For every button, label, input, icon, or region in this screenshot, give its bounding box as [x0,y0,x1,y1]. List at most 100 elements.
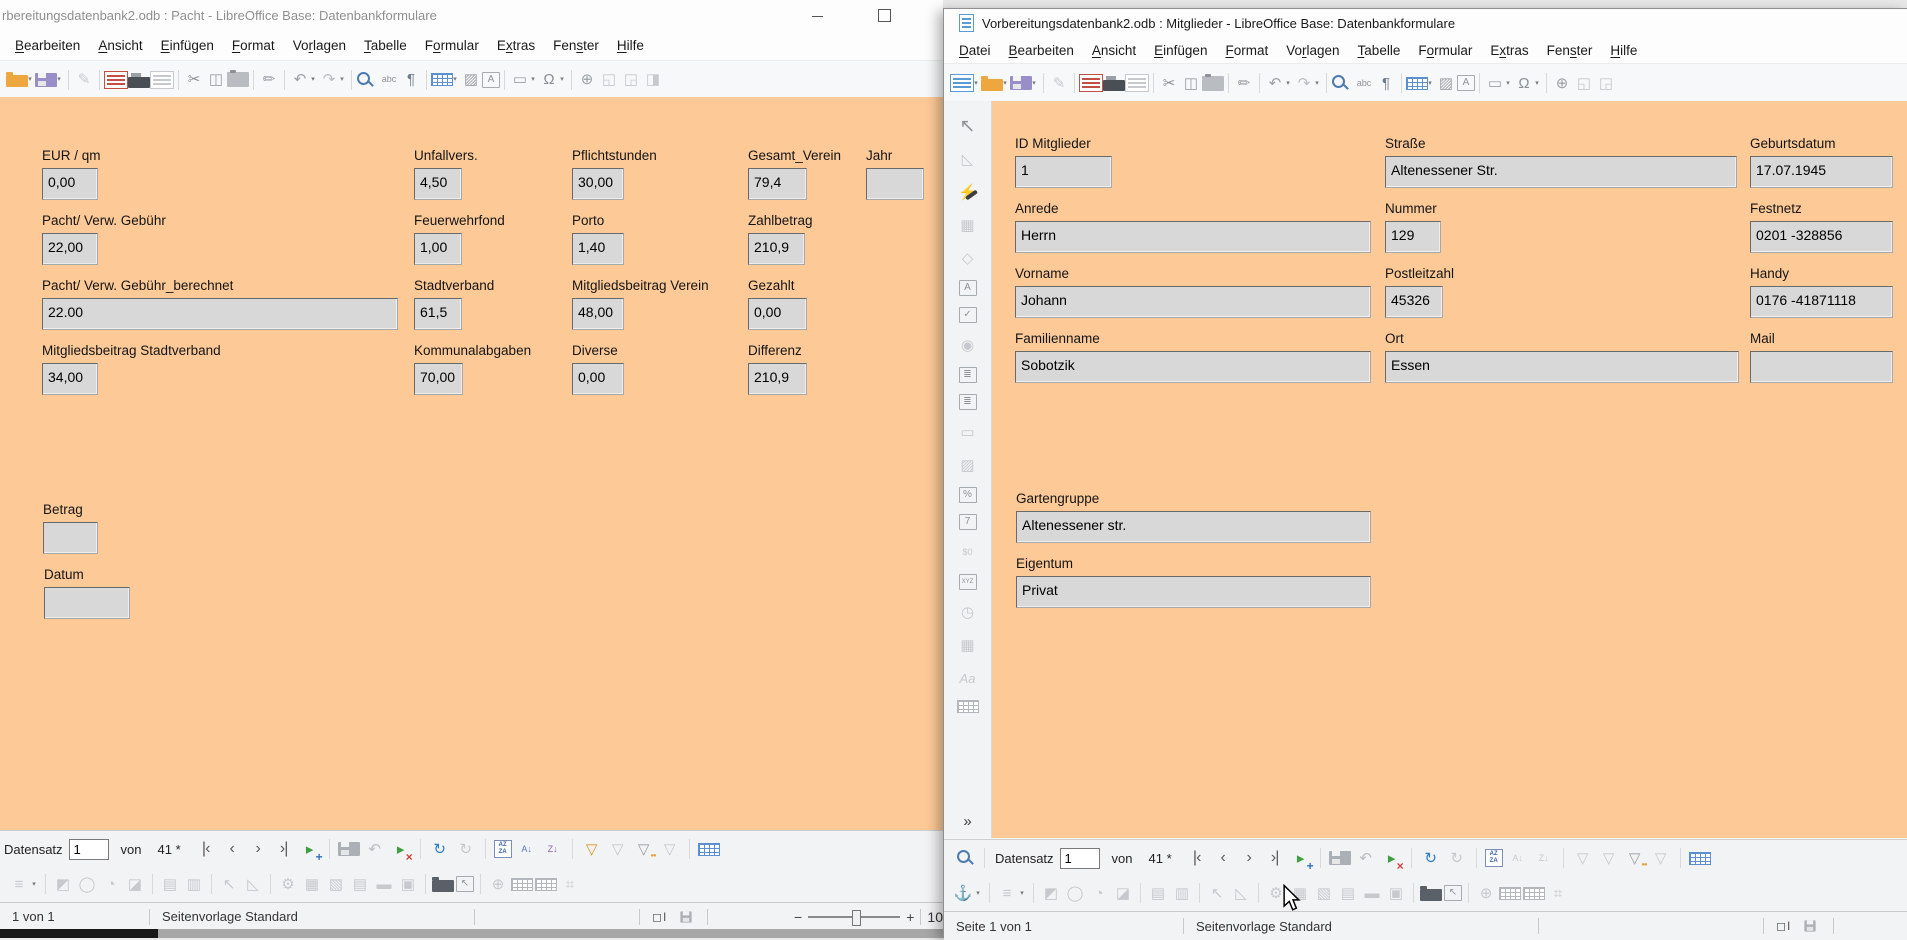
dropdown-arrow-icon[interactable]: ▾ [25,69,35,91]
cut-icon[interactable]: ✂ [183,69,205,91]
open-in-design-mode-icon[interactable] [432,880,454,892]
field-input-mail[interactable] [1750,351,1893,383]
insert-image-icon[interactable]: ▨ [1435,72,1457,94]
field-input-anrede[interactable]: Herrn [1015,221,1371,253]
field-input-jahr[interactable] [866,168,924,200]
select-icon[interactable]: ↖ [957,115,979,137]
next-record-icon[interactable]: › [1238,847,1260,869]
selection-mode-icon[interactable]: ◻I [640,910,679,924]
previous-record-icon[interactable]: ‹ [221,838,243,860]
field-input-pflichtstunden[interactable]: 30,00 [572,168,624,200]
dropdown-arrow-icon[interactable]: ▾ [337,69,347,91]
search-icon[interactable] [956,849,974,867]
zoom-in-icon[interactable]: + [906,909,914,925]
last-record-icon[interactable]: ›| [1264,847,1286,869]
export-pdf-icon[interactable] [104,71,128,89]
zoom-value[interactable]: 10 [927,909,943,925]
control-wizards-icon[interactable]: ⚡ [957,181,979,203]
hyperlink-icon[interactable]: ⊕ [576,69,598,91]
field-input-mitgliedsbeitrag-verein[interactable]: 48,00 [572,298,624,330]
menu-bearbeiten[interactable]: Bearbeiten [1000,40,1083,61]
sort-ascending-icon[interactable]: A↓ [516,838,538,860]
spelling-icon[interactable]: abc [378,69,400,91]
field-input-feuerwehrfond[interactable]: 1,00 [414,233,462,265]
maximize-button[interactable] [878,9,891,22]
copy-icon[interactable]: ◫ [205,69,227,91]
data-source-as-table-icon[interactable] [698,843,720,856]
refresh-icon[interactable]: ↻ [1420,847,1442,869]
menu-fenster[interactable]: Fenster [544,35,608,56]
sort-icon[interactable]: AZ ZA [1485,849,1503,867]
menu-einf-gen[interactable]: Einfügen [152,35,223,56]
refresh-icon[interactable]: ↻ [429,838,451,860]
undo-data-entry-icon[interactable]: ↶ [1355,847,1377,869]
field-input-vorname[interactable]: Johann [1015,286,1371,318]
find-replace-icon[interactable] [356,71,378,89]
field-input-stadtverband[interactable]: 61,5 [414,298,462,330]
snap-to-grid-icon[interactable] [1523,887,1545,900]
form-based-filter-icon[interactable]: ▽ [1624,847,1646,869]
menu-format[interactable]: Format [223,35,284,56]
dropdown-arrow-icon[interactable]: ▾ [971,72,981,94]
dropdown-arrow-icon[interactable]: ▾ [528,69,538,91]
record-number-input[interactable] [69,839,109,860]
formatting-marks-icon[interactable]: ¶ [400,69,422,91]
field-input-familienname[interactable]: Sobotzik [1015,351,1371,383]
new-record-icon[interactable]: ▸ [299,838,321,860]
menu-formular[interactable]: Formular [1409,40,1481,61]
menu-formular[interactable]: Formular [416,35,488,56]
field-input-postleitzahl[interactable]: 45326 [1385,286,1443,318]
paste-icon[interactable] [227,72,249,87]
dropdown-arrow-icon[interactable]: ▾ [308,69,318,91]
titlebar-pacht[interactable]: rbereitungsdatenbank2.odb : Pacht - Libr… [0,0,943,30]
undo-data-entry-icon[interactable]: ↶ [364,838,386,860]
menu-vorlagen[interactable]: Vorlagen [1277,40,1348,61]
field-input-datum[interactable] [44,587,130,619]
form-based-filter-icon[interactable]: ▽ [633,838,655,860]
field-input-mitgliedsbeitrag-stadtverband[interactable]: 34,00 [42,363,98,395]
page-style[interactable]: Seitenvorlage Standard [150,909,474,924]
data-source-as-table-icon[interactable] [1689,852,1711,865]
table-control-icon[interactable] [957,700,979,713]
copy-icon[interactable]: ◫ [1180,72,1202,94]
field-input-handy[interactable]: 0176 -41871118 [1750,286,1893,318]
spelling-icon[interactable]: abc [1353,72,1375,94]
field-input-zahlbetrag[interactable]: 210,9 [748,233,805,265]
field-input-id-mitglieder[interactable]: 1 [1015,156,1112,188]
menu-datei[interactable]: Datei [950,40,1000,61]
paste-icon[interactable] [1202,76,1224,91]
dropdown-arrow-icon[interactable]: ▾ [450,69,460,91]
formatting-marks-icon[interactable]: ¶ [1375,72,1397,94]
field-input-gartengruppe[interactable]: Altenessener str. [1016,511,1371,543]
delete-record-icon[interactable]: ▸ [390,838,412,860]
dropdown-arrow-icon[interactable]: ▾ [1503,72,1513,94]
zoom-thumb[interactable] [852,910,861,926]
page-style[interactable]: Seitenvorlage Standard [1184,919,1538,934]
field-input-stra-e[interactable]: Altenessener Str. [1385,156,1737,188]
titlebar-mitglieder[interactable]: Vorbereitungsdatenbank2.odb : Mitglieder… [944,9,1907,37]
field-input-unfallvers[interactable]: 4,50 [414,168,462,200]
insert-textbox-icon[interactable]: A [1457,75,1475,91]
menu-tabelle[interactable]: Tabelle [1349,40,1410,61]
field-input-pacht-verw-geb-hr-berechnet[interactable]: 22.00 [42,298,398,330]
zoom-slider[interactable]: − + [794,909,914,925]
first-record-icon[interactable]: |‹ [1186,847,1208,869]
clone-formatting-icon[interactable]: ✏ [1233,72,1255,94]
next-record-icon[interactable]: › [247,838,269,860]
anchor-icon[interactable]: ⚓ [952,882,974,904]
more-controls-icon[interactable]: » [957,810,979,832]
print-icon[interactable] [1103,80,1125,91]
dropdown-arrow-icon[interactable]: ▾ [54,69,64,91]
menu-hilfe[interactable]: Hilfe [608,35,653,56]
menu-einf-gen[interactable]: Einfügen [1145,40,1216,61]
menu-ansicht[interactable]: Ansicht [89,35,151,56]
dropdown-arrow-icon[interactable]: ▾ [29,873,39,895]
print-icon[interactable] [128,77,150,88]
zoom-out-icon[interactable]: − [794,909,802,925]
field-input-porto[interactable]: 1,40 [572,233,624,265]
new-record-icon[interactable]: ▸ [1290,847,1312,869]
find-replace-icon[interactable] [1331,74,1353,92]
sort-descending-icon[interactable]: Z↓ [542,838,564,860]
automatic-control-focus-icon[interactable]: ↖ [1444,885,1462,901]
insert-image-icon[interactable]: ▨ [460,69,482,91]
